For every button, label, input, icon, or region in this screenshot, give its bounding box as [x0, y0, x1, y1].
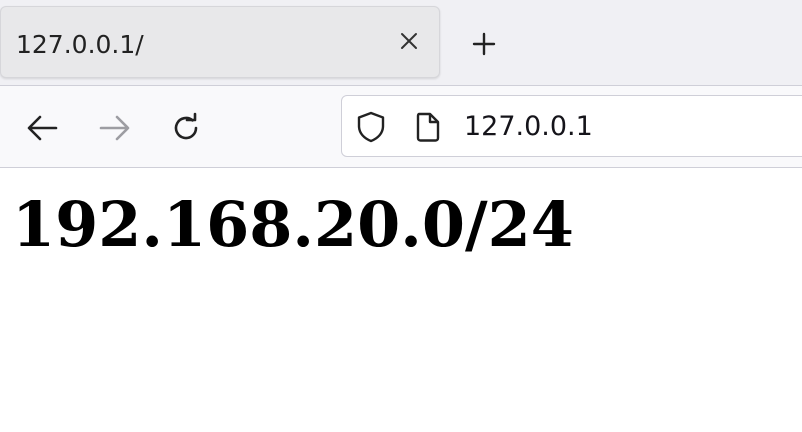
- tab-strip: 127.0.0.1/: [0, 0, 802, 85]
- page-icon: [414, 111, 442, 143]
- page-heading: 192.168.20.0/24: [12, 188, 574, 261]
- close-icon[interactable]: [391, 23, 427, 59]
- url-bar[interactable]: 127.0.0.1: [341, 95, 802, 157]
- browser-window: 127.0.0.1/ 127.0.0.1 192.168.20.0/24: [0, 0, 802, 432]
- tab-active[interactable]: 127.0.0.1/: [0, 6, 440, 78]
- shield-icon[interactable]: [356, 111, 386, 143]
- reload-icon[interactable]: [166, 108, 206, 148]
- page-content: 192.168.20.0/24: [0, 168, 802, 432]
- arrow-left-icon[interactable]: [22, 108, 62, 148]
- url-text[interactable]: 127.0.0.1: [464, 111, 593, 143]
- arrow-right-icon[interactable]: [95, 108, 135, 148]
- plus-icon[interactable]: [466, 26, 502, 62]
- tab-title: 127.0.0.1/: [16, 30, 144, 59]
- navigation-bar: 127.0.0.1: [0, 85, 802, 168]
